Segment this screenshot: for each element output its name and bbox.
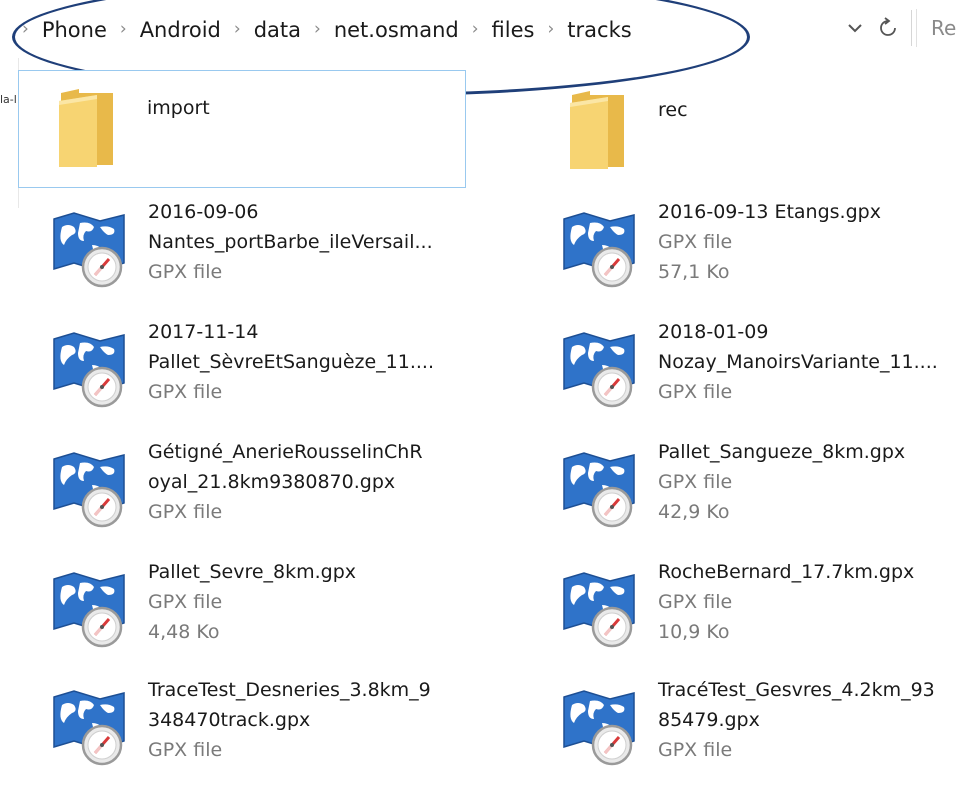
- file-item[interactable]: 2016-09-06 Nantes_portBarbe_ileVersail..…: [20, 191, 460, 307]
- item-text: 2018-01-09 Nozay_ManoirsVariante_11.... G…: [658, 317, 938, 407]
- file-item[interactable]: Pallet_Sangueze_8km.gpx GPX file 42,9 Ko: [530, 431, 970, 547]
- item-name: rec: [658, 99, 688, 121]
- folder-item[interactable]: import: [18, 70, 466, 188]
- item-text: rec: [658, 95, 688, 125]
- item-name: RocheBernard_17.7km.gpx: [658, 561, 915, 583]
- item-name: Pallet_Sangueze_8km.gpx: [658, 441, 906, 463]
- gpx-map-compass-icon: [558, 569, 640, 649]
- item-type: GPX file: [658, 739, 733, 761]
- gpx-map-compass-icon: [48, 329, 130, 409]
- search-placeholder: Re: [931, 16, 957, 40]
- breadcrumb-separator-icon[interactable]: ›: [22, 19, 29, 39]
- gpx-map-compass-icon: [558, 449, 640, 529]
- breadcrumb-item-tracks[interactable]: tracks: [567, 18, 631, 42]
- item-name: TracéTest_Gesvres_4.2km_93 85479.gpx: [658, 679, 935, 731]
- item-text: RocheBernard_17.7km.gpx GPX file 10,9 Ko: [658, 557, 914, 647]
- item-size: 4,48 Ko: [148, 621, 220, 643]
- file-item[interactable]: TracéTest_Gesvres_4.2km_93 85479.gpx GPX …: [530, 669, 970, 785]
- address-bar[interactable]: › Phone › Android › data › net.osmand › …: [0, 0, 979, 58]
- breadcrumb-separator-icon[interactable]: ›: [472, 19, 479, 39]
- folder-item[interactable]: rec: [530, 73, 970, 189]
- item-name: 2016-09-06 Nantes_portBarbe_ileVersail..…: [148, 201, 433, 253]
- folder-icon: [57, 87, 117, 169]
- item-text: 2017-11-14 Pallet_SèvreEtSanguèze_11....…: [148, 317, 434, 407]
- item-type: GPX file: [148, 591, 223, 613]
- item-size: 57,1 Ko: [658, 261, 730, 283]
- breadcrumb-item-phone[interactable]: Phone: [42, 18, 107, 42]
- item-type: GPX file: [148, 501, 223, 523]
- item-type: GPX file: [148, 739, 223, 761]
- breadcrumb: › Phone › Android › data › net.osmand › …: [22, 15, 632, 45]
- item-text: Pallet_Sangueze_8km.gpx GPX file 42,9 Ko: [658, 437, 905, 527]
- file-item[interactable]: TraceTest_Desneries_3.8km_9 348470track.…: [20, 669, 460, 785]
- gpx-map-compass-icon: [558, 687, 640, 767]
- item-name: Gétigné_AnerieRousselinChR oyal_21.8km93…: [148, 441, 423, 493]
- file-item[interactable]: Pallet_Sevre_8km.gpx GPX file 4,48 Ko: [20, 551, 460, 667]
- folder-icon: [568, 89, 628, 171]
- gpx-map-compass-icon: [558, 329, 640, 409]
- gpx-map-compass-icon: [558, 209, 640, 289]
- address-bar-divider: [911, 10, 912, 46]
- breadcrumb-item-data[interactable]: data: [254, 18, 301, 42]
- nav-pane-item-partial[interactable]: la-l: [0, 93, 17, 106]
- refresh-icon[interactable]: [873, 13, 903, 43]
- gpx-map-compass-icon: [48, 569, 130, 649]
- item-text: 2016-09-13 Etangs.gpx GPX file 57,1 Ko: [658, 197, 881, 287]
- item-text: Pallet_Sevre_8km.gpx GPX file 4,48 Ko: [148, 557, 356, 647]
- file-item[interactable]: 2018-01-09 Nozay_ManoirsVariante_11.... G…: [530, 311, 970, 427]
- item-name: Pallet_Sevre_8km.gpx: [148, 561, 357, 583]
- gpx-map-compass-icon: [48, 209, 130, 289]
- item-text: Gétigné_AnerieRousselinChR oyal_21.8km93…: [148, 437, 423, 527]
- breadcrumb-separator-icon[interactable]: ›: [547, 19, 554, 39]
- item-name: 2017-11-14 Pallet_SèvreEtSanguèze_11....: [148, 321, 435, 373]
- file-item[interactable]: Gétigné_AnerieRousselinChR oyal_21.8km93…: [20, 431, 460, 547]
- item-type: GPX file: [658, 591, 733, 613]
- item-text: TraceTest_Desneries_3.8km_9 348470track.…: [148, 675, 431, 765]
- item-text: 2016-09-06 Nantes_portBarbe_ileVersail..…: [148, 197, 433, 287]
- gpx-map-compass-icon: [48, 687, 130, 767]
- item-type: GPX file: [658, 231, 733, 253]
- breadcrumb-separator-icon[interactable]: ›: [314, 19, 321, 39]
- item-name: import: [147, 97, 210, 119]
- item-size: 10,9 Ko: [658, 621, 730, 643]
- item-type: GPX file: [148, 261, 223, 283]
- item-type: GPX file: [658, 471, 733, 493]
- file-item[interactable]: RocheBernard_17.7km.gpx GPX file 10,9 Ko: [530, 551, 970, 667]
- breadcrumb-separator-icon[interactable]: ›: [234, 19, 241, 39]
- item-text: import: [147, 93, 210, 123]
- breadcrumb-item-net-osmand[interactable]: net.osmand: [334, 18, 459, 42]
- item-name: TraceTest_Desneries_3.8km_9 348470track.…: [148, 679, 431, 731]
- breadcrumb-item-files[interactable]: files: [492, 18, 535, 42]
- gpx-map-compass-icon: [48, 449, 130, 529]
- item-text: TracéTest_Gesvres_4.2km_93 85479.gpx GPX …: [658, 675, 935, 765]
- chevron-down-icon[interactable]: [843, 13, 867, 43]
- item-type: GPX file: [658, 381, 733, 403]
- item-size: 42,9 Ko: [658, 501, 730, 523]
- file-item[interactable]: 2016-09-13 Etangs.gpx GPX file 57,1 Ko: [530, 191, 970, 307]
- item-type: GPX file: [148, 381, 223, 403]
- item-name: 2018-01-09 Nozay_ManoirsVariante_11....: [658, 321, 938, 373]
- item-name: 2016-09-13 Etangs.gpx: [658, 201, 881, 223]
- file-item[interactable]: 2017-11-14 Pallet_SèvreEtSanguèze_11....…: [20, 311, 460, 427]
- breadcrumb-item-android[interactable]: Android: [140, 18, 221, 42]
- breadcrumb-separator-icon[interactable]: ›: [120, 19, 127, 39]
- search-input[interactable]: Re: [916, 9, 979, 47]
